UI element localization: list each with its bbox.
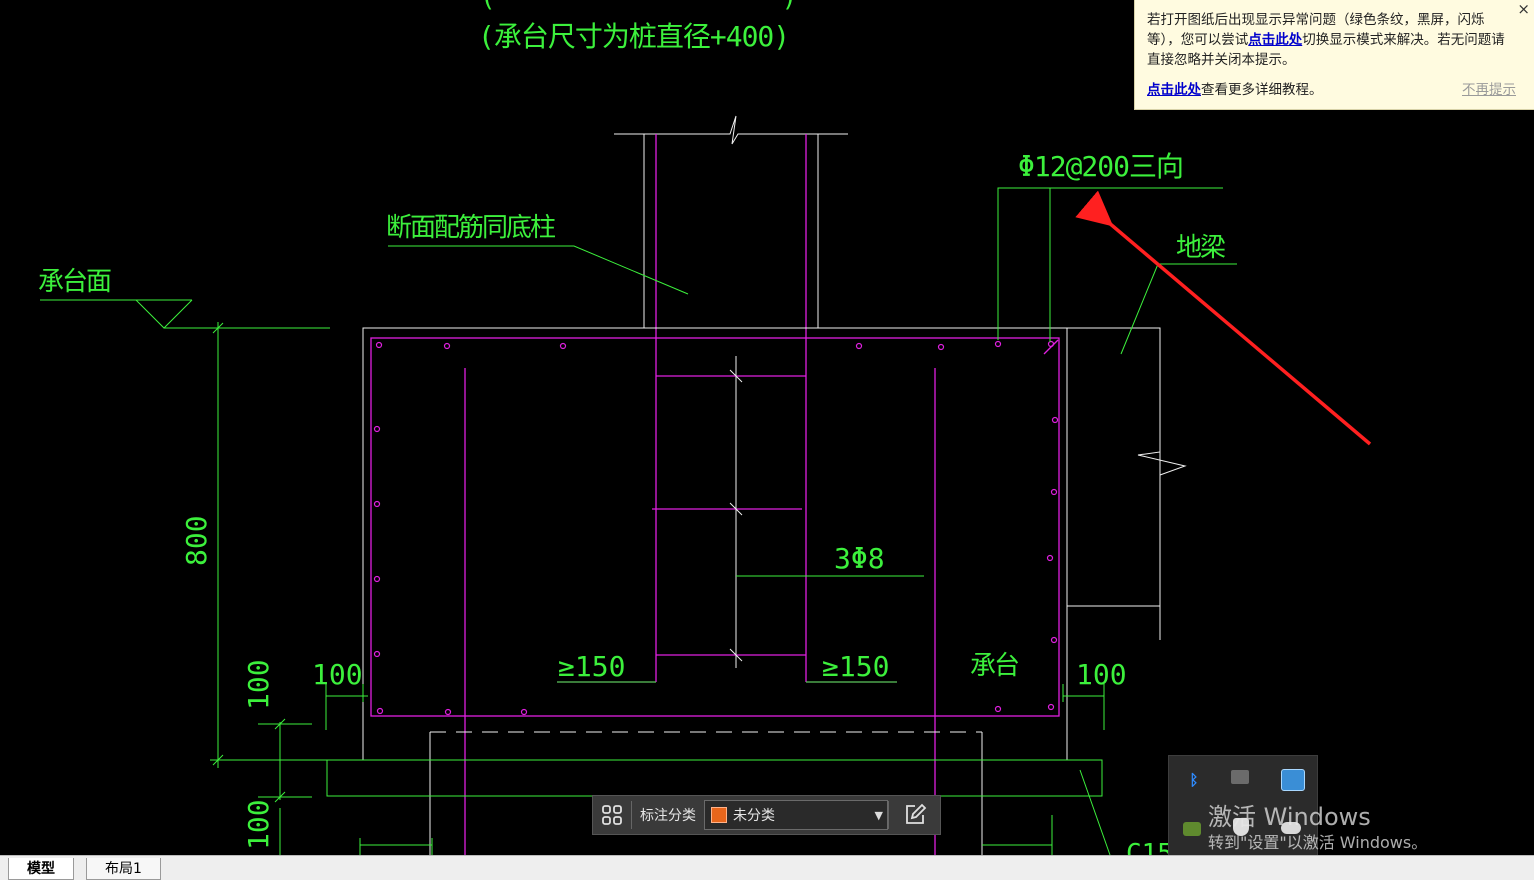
category-selected-value: 未分类: [733, 808, 775, 824]
bluetooth-icon[interactable]: ᛒ: [1183, 770, 1205, 790]
annotation-lines: [40, 187, 1237, 856]
tutorial-link[interactable]: 点击此处: [1147, 82, 1201, 98]
annotation-category-toolbar: 标注分类 未分类 ▼: [592, 795, 941, 835]
red-arrow: [1075, 190, 1372, 446]
min-right-label: ≥150: [822, 650, 889, 683]
ground-beam-label: 地梁: [1176, 233, 1226, 263]
edit-icon: [906, 803, 927, 824]
grid-icon: [602, 805, 622, 825]
cap-rebar-box: [370, 337, 1060, 855]
stirrup-label: 3Φ8: [834, 542, 885, 575]
notice-footer: 点击此处查看更多详细教程。 不再提示: [1147, 82, 1516, 98]
tab-model[interactable]: 模型: [8, 858, 74, 880]
header-text: (承台尺寸为桩直径+400): [478, 20, 789, 53]
dismiss-link[interactable]: 不再提示: [1462, 80, 1516, 100]
layout-tab-bar: 模型 布局1: [0, 855, 1534, 880]
dim-800: 800: [180, 515, 213, 566]
dim-100-v1: 100: [242, 659, 275, 710]
grid-menu-button[interactable]: [593, 796, 631, 834]
stirrup-dim: [729, 356, 743, 668]
cap-label: 承台: [970, 651, 1019, 681]
drawing-canvas[interactable]: ( ) (承台尺寸为桩直径+400): [0, 0, 1534, 880]
close-icon[interactable]: ×: [1517, 0, 1530, 19]
category-color-swatch: [711, 807, 727, 823]
toolbar-separator-2: [888, 801, 889, 829]
column-rebar: [655, 134, 807, 682]
pile-cap-outline: [362, 327, 1187, 760]
device-icon[interactable]: [1231, 770, 1249, 784]
dim-100-right: 100: [1076, 658, 1127, 691]
tab-layout1[interactable]: 布局1: [86, 858, 161, 880]
display-issue-notice: × 若打开图纸后出现显示异常问题（绿色条纹，黑屏，闪烁等），您可以尝试点击此处切…: [1134, 0, 1534, 110]
edit-category-button[interactable]: [895, 796, 935, 834]
security-shield-icon[interactable]: [1233, 818, 1249, 836]
min-left-label: ≥150: [558, 650, 625, 683]
bedding-layer: [363, 731, 1067, 855]
dim-100-left: 100: [312, 658, 363, 691]
category-select[interactable]: 未分类 ▼: [704, 800, 888, 830]
section-label: 断面配筋同底柱: [386, 213, 555, 243]
chevron-down-icon: ▼: [874, 809, 883, 822]
cap-surface-label: 承台面: [38, 267, 111, 297]
notice-body: 若打开图纸后出现显示异常问题（绿色条纹，黑屏，闪烁等），您可以尝试点击此处切换显…: [1147, 12, 1505, 68]
display-icon[interactable]: [1281, 769, 1305, 791]
dim-100-v2: 100: [242, 799, 275, 850]
header-text-clipped: ( ): [480, 0, 797, 13]
column-break-line: [614, 115, 848, 328]
rebar-spec-label: Φ12@200三向: [1018, 150, 1183, 183]
nvidia-icon[interactable]: [1183, 822, 1201, 836]
rebar-dots: [373, 340, 1059, 716]
cloud-icon[interactable]: [1281, 822, 1301, 834]
switch-mode-link[interactable]: 点击此处: [1248, 32, 1302, 48]
category-label: 标注分类: [640, 808, 696, 824]
